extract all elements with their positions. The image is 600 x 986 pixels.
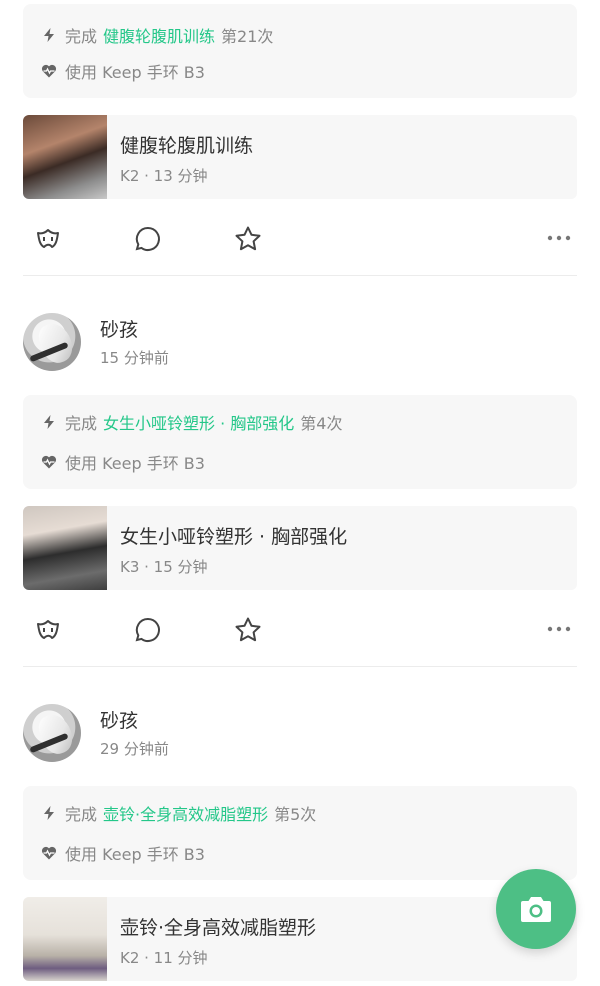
- cheer-icon[interactable]: [33, 224, 63, 254]
- workout-meta: K2 · 13 分钟: [120, 167, 208, 185]
- username[interactable]: 砂孩: [100, 315, 138, 342]
- post-time: 29 分钟前: [100, 740, 169, 758]
- workout-thumbnail: [23, 115, 107, 199]
- lightning-icon: [44, 806, 54, 820]
- avatar[interactable]: [23, 313, 81, 371]
- more-icon[interactable]: [547, 234, 571, 242]
- cheer-icon[interactable]: [33, 615, 63, 645]
- workout-card[interactable]: 健腹轮腹肌训练 K2 · 13 分钟: [23, 115, 577, 199]
- workout-title: 女生小哑铃塑形 · 胸部强化: [120, 526, 348, 548]
- star-icon[interactable]: [233, 224, 263, 254]
- workout-link[interactable]: 健腹轮腹肌训练: [103, 23, 215, 47]
- post-divider: [23, 275, 577, 276]
- workout-link[interactable]: 壶铃·全身高效减脂塑形: [103, 801, 268, 825]
- completion-line: 完成 健腹轮腹肌训练 第21次: [41, 24, 273, 46]
- completion-count: 第21次: [221, 27, 274, 46]
- completion-count: 第4次: [300, 414, 343, 433]
- completion-info-card[interactable]: 完成 健腹轮腹肌训练 第21次 使用 Keep 手环 B3: [23, 4, 577, 98]
- comment-icon[interactable]: [133, 615, 163, 645]
- workout-meta: K2 · 11 分钟: [120, 949, 208, 967]
- post-actions: [23, 218, 577, 258]
- camera-button[interactable]: [496, 869, 576, 949]
- completion-info-card[interactable]: 完成 壶铃·全身高效减脂塑形 第5次 使用 Keep 手环 B3: [23, 786, 577, 880]
- heart-rate-icon: [41, 64, 57, 78]
- camera-icon: [521, 897, 551, 922]
- comment-icon[interactable]: [133, 224, 163, 254]
- post-divider: [23, 666, 577, 667]
- workout-meta: K3 · 15 分钟: [120, 558, 208, 576]
- completion-line: 完成 壶铃·全身高效减脂塑形 第5次: [41, 802, 316, 824]
- device-text: 使用 Keep 手环 B3: [65, 454, 205, 473]
- workout-title: 壶铃·全身高效减脂塑形: [120, 917, 317, 939]
- device-text: 使用 Keep 手环 B3: [65, 845, 205, 864]
- workout-thumbnail: [23, 506, 107, 590]
- completion-prefix: 完成: [65, 414, 98, 433]
- lightning-icon: [44, 415, 54, 429]
- device-text: 使用 Keep 手环 B3: [65, 63, 205, 82]
- completion-count: 第5次: [274, 805, 317, 824]
- workout-card[interactable]: 壶铃·全身高效减脂塑形 K2 · 11 分钟: [23, 897, 577, 981]
- heart-rate-icon: [41, 846, 57, 860]
- device-line: 使用 Keep 手环 B3: [41, 60, 205, 82]
- completion-line: 完成 女生小哑铃塑形 · 胸部强化 第4次: [41, 411, 342, 433]
- lightning-icon: [44, 28, 54, 42]
- workout-thumbnail: [23, 897, 107, 981]
- username[interactable]: 砂孩: [100, 706, 138, 733]
- activity-feed: 完成 健腹轮腹肌训练 第21次 使用 Keep 手环 B3 健腹轮腹肌训练 K2…: [0, 0, 600, 986]
- star-icon[interactable]: [233, 615, 263, 645]
- more-icon[interactable]: [547, 625, 571, 633]
- post-actions: [23, 609, 577, 649]
- post-time: 15 分钟前: [100, 349, 169, 367]
- heart-rate-icon: [41, 455, 57, 469]
- completion-info-card[interactable]: 完成 女生小哑铃塑形 · 胸部强化 第4次 使用 Keep 手环 B3: [23, 395, 577, 489]
- workout-link[interactable]: 女生小哑铃塑形 · 胸部强化: [103, 410, 294, 434]
- avatar[interactable]: [23, 704, 81, 762]
- completion-prefix: 完成: [65, 27, 98, 46]
- workout-card[interactable]: 女生小哑铃塑形 · 胸部强化 K3 · 15 分钟: [23, 506, 577, 590]
- device-line: 使用 Keep 手环 B3: [41, 451, 205, 473]
- workout-title: 健腹轮腹肌训练: [120, 135, 254, 157]
- device-line: 使用 Keep 手环 B3: [41, 842, 205, 864]
- completion-prefix: 完成: [65, 805, 98, 824]
